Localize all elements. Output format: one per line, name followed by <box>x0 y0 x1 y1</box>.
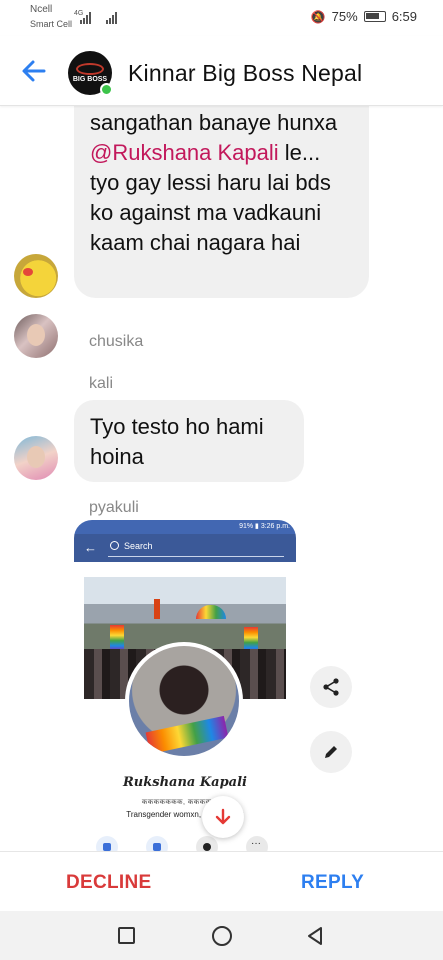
battery-icon <box>363 11 386 22</box>
avatar[interactable] <box>14 314 58 358</box>
signal-icon-2 <box>106 12 117 24</box>
image-back-icon: ← <box>84 540 97 555</box>
profile-action-icon <box>146 836 168 851</box>
decline-button[interactable]: DECLINE <box>66 872 152 894</box>
profile-bio-line: Transgender womxn, B… Activist <box>126 810 244 819</box>
avatar[interactable] <box>14 436 58 480</box>
edit-button[interactable] <box>310 731 352 773</box>
nav-recents-icon[interactable] <box>118 927 135 944</box>
system-nav-bar <box>0 911 443 960</box>
image-search-icon <box>110 541 119 550</box>
signal-icon <box>80 12 91 24</box>
sender-name: chusika <box>89 333 144 350</box>
image-search-label: Search <box>124 541 153 551</box>
battery-percent: 75% <box>331 9 358 24</box>
carrier-name-2: Smart Cell <box>30 19 73 29</box>
profile-photo <box>125 642 243 760</box>
avatar[interactable] <box>14 254 58 298</box>
status-right: 🔕 75% 6:59 <box>311 9 417 24</box>
message-text: sangathan banaye hunxa <box>90 110 338 135</box>
nav-back-icon[interactable] <box>304 925 326 947</box>
profile-more-icon <box>246 836 268 851</box>
mention-link[interactable]: @Rukshana Kapali <box>90 140 279 165</box>
carrier-name: Ncell <box>30 4 53 15</box>
scroll-down-icon <box>215 808 231 825</box>
edit-icon <box>325 746 337 758</box>
share-icon <box>323 678 339 696</box>
nav-home-icon[interactable] <box>212 926 232 946</box>
message-text: Tyo testo ho hami hoina <box>90 414 264 469</box>
sender-name: kali <box>89 375 114 392</box>
back-arrow-icon[interactable] <box>18 55 50 87</box>
status-bar: Ncell Smart Cell 4G 🔕 75% 6:59 <box>0 0 443 36</box>
profile-name: Rukshana Kapali <box>123 775 247 790</box>
conversation-header: BIG BOSS Kinnar Big Boss Nepal <box>0 36 443 106</box>
request-actions: DECLINE REPLY <box>0 851 443 911</box>
profile-action-icon <box>96 836 118 851</box>
image-search-bar: ← Search <box>74 534 296 562</box>
share-button[interactable] <box>310 666 352 708</box>
scroll-down-button[interactable] <box>202 796 244 838</box>
mute-icon: 🔕 <box>310 9 326 24</box>
profile-bio-line: ककककककक, ककककक, क <box>141 799 229 806</box>
shared-image[interactable]: 91% ▮ 3:26 p.m. ← Search Rukshana Kapali… <box>74 520 296 851</box>
page-title[interactable]: Kinnar Big Boss Nepal <box>128 60 362 87</box>
sender-name: pyakuli <box>89 499 139 516</box>
image-status-bar: 91% ▮ 3:26 p.m. <box>74 520 296 534</box>
message-bubble[interactable]: sangathan banaye hunxa @Rukshana Kapali … <box>74 96 369 298</box>
online-indicator <box>100 83 113 96</box>
reply-button[interactable]: REPLY <box>301 872 364 894</box>
clock: 6:59 <box>391 9 417 24</box>
message-bubble[interactable]: Tyo testo ho hami hoina <box>74 400 304 482</box>
profile-action-icon <box>196 836 218 851</box>
